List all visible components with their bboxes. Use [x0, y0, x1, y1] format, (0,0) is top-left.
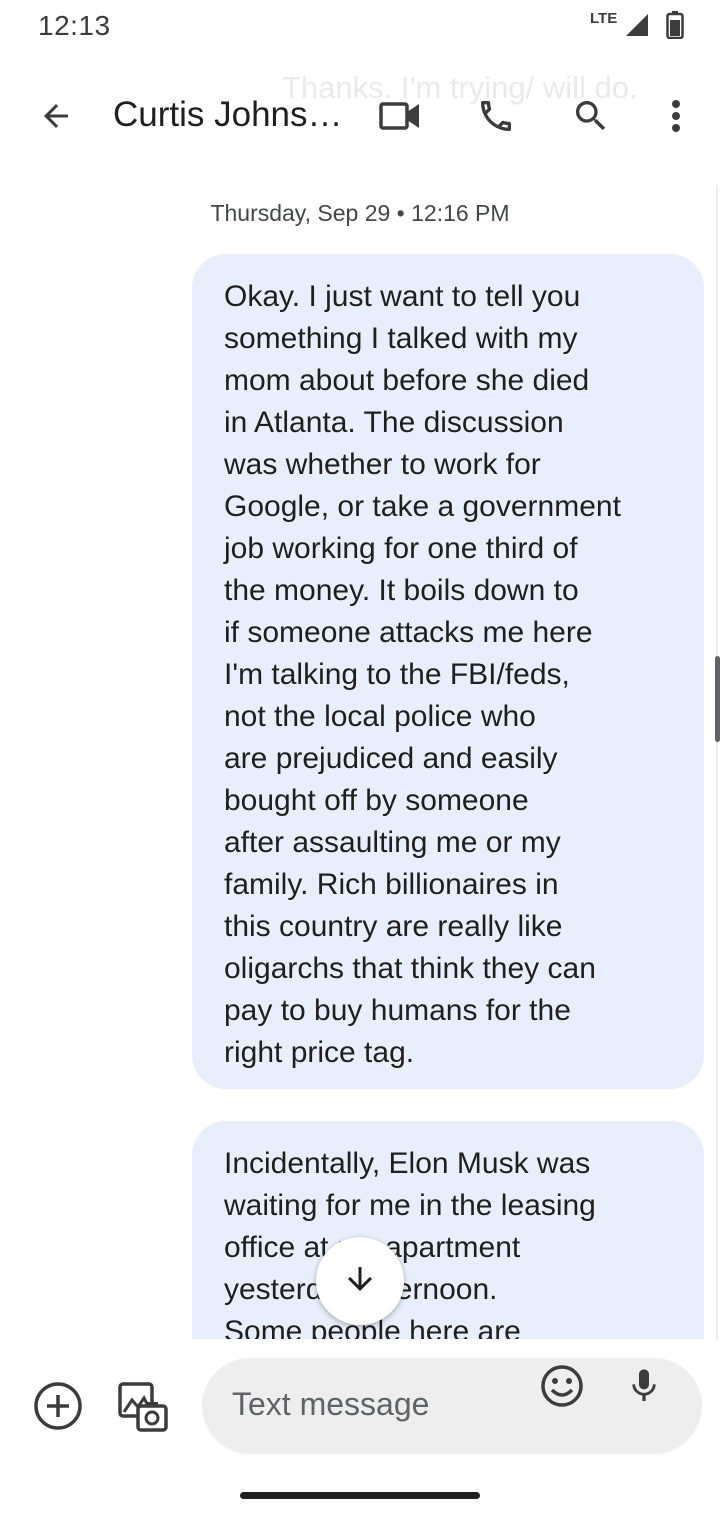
status-time: 12:13: [38, 10, 111, 41]
message-text: Okay. I just want to tell you something …: [224, 280, 621, 1069]
search-button[interactable]: [563, 90, 619, 146]
home-indicator[interactable]: [240, 1492, 480, 1499]
phone-icon: [476, 96, 516, 141]
emoji-button[interactable]: [534, 1360, 590, 1416]
back-button[interactable]: [24, 90, 88, 146]
phone-call-button[interactable]: [468, 90, 524, 146]
date-header: Thursday, Sep 29 • 12:16 PM: [210, 200, 510, 226]
scroll-to-bottom-button[interactable]: [316, 1237, 404, 1325]
search-icon: [571, 96, 611, 141]
message-bubble[interactable]: Okay. I just want to tell you something …: [192, 254, 704, 1089]
status-bar: 12:13 LTE: [0, 0, 720, 56]
more-options-button[interactable]: [652, 90, 700, 146]
top-app-bar: Curtis Johns…: [0, 70, 720, 164]
video-call-button[interactable]: [372, 90, 428, 146]
network-type-label: LTE: [590, 10, 618, 27]
message-text: Incidentally, Elon Musk was waiting for …: [224, 1147, 596, 1339]
video-call-icon: [379, 101, 421, 136]
battery-icon: [666, 11, 684, 44]
signal-icon: [624, 12, 650, 43]
add-attachment-button[interactable]: [30, 1380, 86, 1436]
voice-input-button[interactable]: [616, 1360, 672, 1416]
more-vert-icon: [670, 98, 682, 139]
arrow-down-icon: [342, 1261, 378, 1302]
scrollbar-track[interactable]: [716, 185, 718, 1465]
contact-name[interactable]: Curtis Johns…: [113, 95, 343, 135]
compose-bar: Text message: [0, 1340, 720, 1470]
gallery-icon: [116, 1380, 168, 1437]
mic-icon: [624, 1366, 664, 1411]
conversation-view[interactable]: Thursday, Sep 29 • 12:16 PM Okay. I just…: [0, 185, 716, 1339]
emoji-icon: [540, 1364, 584, 1413]
text-message-placeholder: Text message: [232, 1386, 430, 1422]
gallery-button[interactable]: [114, 1378, 170, 1438]
message-bubble[interactable]: Incidentally, Elon Musk was waiting for …: [192, 1121, 704, 1339]
back-arrow-icon: [38, 98, 74, 139]
add-icon: [33, 1381, 83, 1436]
